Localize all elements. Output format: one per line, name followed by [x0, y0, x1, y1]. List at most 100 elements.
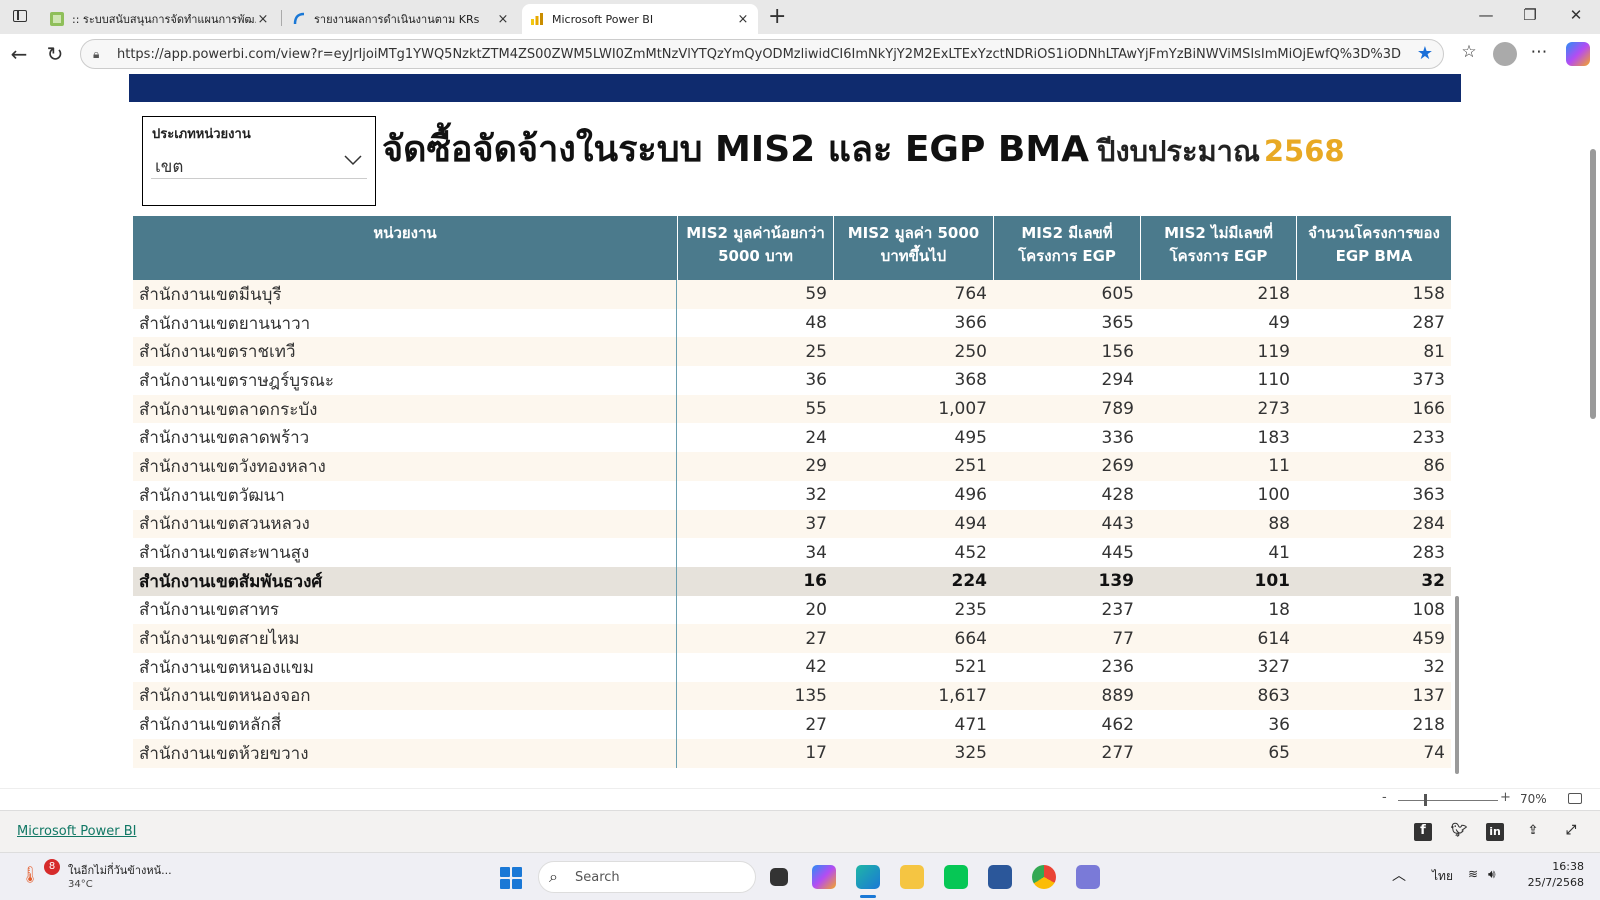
more-menu-icon[interactable]: ⋯	[1526, 42, 1552, 62]
browser-tab-2[interactable]: รายงานผลการดำเนินงานตาม KRs ×	[284, 4, 518, 34]
table-row[interactable]: สำนักงานเขตราษฎร์บูรณะ 36 368 294 110 373	[133, 366, 1451, 395]
favorites-icon[interactable]: ☆	[1456, 42, 1482, 62]
table-row[interactable]: สำนักงานเขตมีนบุรี 59 764 605 218 158	[133, 280, 1451, 309]
table-row[interactable]: สำนักงานเขตห้วยขวาง 17 325 277 65 74	[133, 739, 1451, 768]
page-scrollbar[interactable]	[1590, 149, 1596, 419]
twitter-share-icon[interactable]: 🐦︎	[1450, 823, 1468, 841]
table-row[interactable]: สำนักงานเขตหนองจอก 135 1,617 889 863 137	[133, 681, 1451, 711]
table-row[interactable]: สำนักงานเขตหลักสี่ 27 471 462 36 218	[133, 710, 1451, 739]
table-row[interactable]: สำนักงานเขตสัมพันธวงศ์ 16 224 139 101 32	[133, 566, 1451, 596]
cell-mis2-under-5000: 20	[805, 599, 827, 620]
input-language[interactable]: ไทย	[1432, 867, 1453, 886]
cell-egp-projects: 32	[1423, 657, 1445, 678]
facebook-share-icon[interactable]: f	[1414, 823, 1432, 841]
system-clock[interactable]: 16:38 25/7/2568	[1524, 859, 1584, 891]
tab-close-icon[interactable]: ×	[256, 12, 270, 27]
zoom-out-button[interactable]: -	[1382, 790, 1387, 805]
wifi-icon[interactable]: ≋	[1468, 867, 1478, 881]
restore-icon[interactable]: ❐	[1510, 6, 1550, 24]
favorite-star-icon[interactable]: ★	[1417, 43, 1433, 64]
new-tab-button[interactable]: +	[768, 4, 786, 29]
table-body: สำนักงานเขตมีนบุรี 59 764 605 218 158 สำนักงาน…	[133, 280, 1451, 783]
table-row[interactable]: สำนักงานเขตลาดพร้าว 24 495 336 183 233	[133, 423, 1451, 453]
cell-unit-name: สำนักงานเขตสัมพันธวงศ์	[133, 566, 677, 596]
column-header-mis2-under-5000[interactable]: MIS2 มูลค่าน้อยกว่า 5000 บาท	[677, 216, 833, 280]
cell-egp-projects: 283	[1412, 542, 1445, 563]
cell-mis2-without-egp: 273	[1257, 399, 1290, 420]
profile-avatar[interactable]	[1493, 42, 1517, 66]
word-app-icon[interactable]	[988, 865, 1012, 889]
column-header-unit[interactable]: หน่วยงาน	[133, 216, 677, 280]
reload-icon[interactable]: ↻	[42, 42, 68, 66]
chevron-down-icon[interactable]	[343, 150, 363, 170]
close-window-icon[interactable]: ✕	[1556, 6, 1596, 24]
powerbi-link[interactable]: Microsoft Power BI	[17, 824, 136, 839]
column-header-mis2-with-egp[interactable]: MIS2 มีเลขที่โครงการ EGP	[993, 216, 1140, 280]
cell-egp-projects: 158	[1412, 284, 1445, 305]
cell-unit-name: สำนักงานเขตสายไหม	[133, 624, 677, 653]
fullscreen-icon[interactable]: ⤢	[1562, 823, 1580, 841]
powerbi-footer: Microsoft Power BI f 🐦︎ in ⇪ ⤢	[0, 810, 1600, 852]
cell-mis2-without-egp: 863	[1257, 685, 1290, 706]
tab-close-icon[interactable]: ×	[496, 12, 510, 27]
slicer-dropdown[interactable]: เขต	[151, 147, 367, 179]
task-view-icon[interactable]	[770, 868, 788, 886]
copilot-app-icon[interactable]	[812, 865, 836, 889]
cell-mis2-with-egp: 428	[1101, 485, 1134, 506]
cell-egp-projects: 108	[1412, 599, 1445, 620]
address-bar[interactable]: 🔒︎ https://app.powerbi.com/view?r=eyJrIj…	[80, 39, 1444, 69]
table-row[interactable]: สำนักงานเขตสวนหลวง 37 494 443 88 284	[133, 509, 1451, 539]
cell-unit-name: สำนักงานเขตหลักสี่	[133, 710, 677, 739]
chrome-app-icon[interactable]	[1032, 865, 1056, 889]
column-header-mis2-5000-up[interactable]: MIS2 มูลค่า 5000 บาทขึ้นไป	[833, 216, 993, 280]
browser-tab-3-active[interactable]: Microsoft Power BI ×	[522, 4, 758, 34]
browser-tab-1[interactable]: :: ระบบสนับสนุนการจัดทำแผนการพัฒ... ×	[42, 4, 278, 34]
table-row[interactable]: สำนักงานเขตราชเทวี 25 250 156 119 81	[133, 337, 1451, 367]
table-row[interactable]: สำนักงานเขตลาดกระบัง 55 1,007 789 273 166	[133, 394, 1451, 424]
back-icon[interactable]: ←	[6, 42, 32, 66]
tab-close-icon[interactable]: ×	[736, 12, 750, 27]
table-row[interactable]: สำนักงานเขตยานนาวา 48 366 365 49 287	[133, 308, 1451, 338]
table-row[interactable]: สำนักงานเขตสะพานสูง 34 452 445 41 283	[133, 538, 1451, 567]
table-row[interactable]: สำนักงานเขตวัฒนา 32 496 428 100 363	[133, 480, 1451, 510]
table-row[interactable]: สำนักงานเขตสายไหม 27 664 77 614 459	[133, 624, 1451, 653]
unit-type-slicer[interactable]: ประเภทหน่วยงาน เขต	[142, 116, 376, 206]
weather-widget[interactable]: 🌡︎ 8 ในอีกไม่กี่วันข้างหน้... 34°C	[18, 859, 178, 895]
edge-app-icon[interactable]	[856, 865, 880, 898]
cell-mis2-5000-up: 764	[954, 284, 987, 305]
report-canvas: ประเภทหน่วยงาน เขต จัดซื้อจัดจ้างในระบบ …	[4, 74, 1600, 788]
table-row[interactable]: สำนักงานเขตสาทร 20 235 237 18 108	[133, 595, 1451, 625]
volume-icon[interactable]: 🔊︎	[1488, 867, 1496, 882]
linkedin-share-icon[interactable]: in	[1486, 823, 1504, 841]
copilot-icon[interactable]	[1566, 42, 1590, 66]
cell-egp-projects: 373	[1412, 370, 1445, 391]
tab-actions-icon[interactable]	[10, 7, 32, 27]
cell-mis2-without-egp: 49	[1268, 313, 1290, 334]
fit-to-page-icon[interactable]	[1568, 793, 1582, 804]
file-explorer-icon[interactable]	[900, 865, 924, 889]
minimize-icon[interactable]: —	[1466, 6, 1506, 24]
table-scrollbar[interactable]	[1455, 596, 1459, 774]
start-windows-icon[interactable]	[500, 867, 522, 889]
zoom-slider[interactable]	[1398, 800, 1498, 801]
zoom-in-button[interactable]: +	[1500, 790, 1511, 805]
table-row[interactable]: สำนักงานเขตวังทองหลาง 29 251 269 11 86	[133, 452, 1451, 481]
taskbar-search[interactable]: ⌕ Search	[538, 861, 756, 893]
chevron-up-icon[interactable]: ︿	[1392, 865, 1406, 885]
zoom-slider-thumb[interactable]	[1424, 794, 1427, 806]
cell-mis2-with-egp: 294	[1101, 370, 1134, 391]
url-text[interactable]: https://app.powerbi.com/view?r=eyJrIjoiM…	[117, 47, 1407, 62]
site-info-icon[interactable]: 🔒︎	[93, 47, 109, 62]
cell-egp-projects: 81	[1423, 341, 1445, 362]
share-icon[interactable]: ⇪	[1524, 823, 1542, 841]
cell-mis2-without-egp: 41	[1268, 542, 1290, 563]
column-header-egp-projects[interactable]: จำนวนโครงการของ EGP BMA	[1296, 216, 1451, 280]
column-header-mis2-without-egp[interactable]: MIS2 ไม่มีเลขที่โครงการ EGP	[1140, 216, 1296, 280]
report-favicon-icon	[293, 12, 305, 25]
temperature: 34°C	[68, 879, 93, 890]
cell-mis2-without-egp: 100	[1257, 485, 1290, 506]
snipping-tool-icon[interactable]	[1076, 865, 1100, 889]
table-row[interactable]: สำนักงานเขตหนองแขม 42 521 236 327 32	[133, 652, 1451, 682]
line-app-icon[interactable]	[944, 865, 968, 889]
tab-title: :: ระบบสนับสนุนการจัดทำแผนการพัฒ...	[72, 13, 256, 26]
